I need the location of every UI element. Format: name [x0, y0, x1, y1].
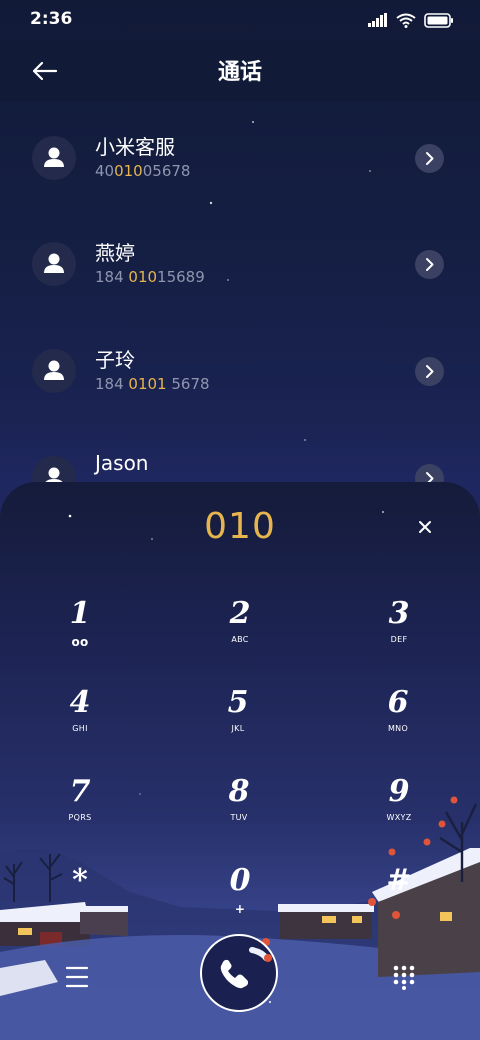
wifi-icon [396, 13, 416, 28]
close-icon [419, 521, 431, 533]
key-6[interactable]: 6 MNO [338, 685, 458, 759]
key-digit: 1 [69, 596, 91, 631]
key-letters: PQRS [68, 813, 92, 822]
key-4[interactable]: 4 GHI [20, 685, 140, 759]
key-digit: 9 [388, 774, 410, 809]
key-9[interactable]: 9 WXYZ [339, 774, 459, 848]
key-letters: ABC [231, 635, 249, 644]
person-icon [44, 253, 64, 273]
contact-number: 184 01015689 [95, 268, 205, 286]
key-digit: 6 [387, 685, 409, 720]
contact-item[interactable]: 小米客服 4001005678 [0, 135, 480, 226]
key-1[interactable]: 1 oo [20, 596, 140, 670]
key-7[interactable]: 7 PQRS [20, 774, 140, 848]
key-hash[interactable]: # [339, 863, 459, 937]
status-bar: 2:36 [0, 0, 480, 40]
clear-button[interactable] [414, 516, 436, 538]
chevron-right-icon [426, 365, 434, 378]
key-digit: 4 [69, 685, 91, 720]
menu-icon [65, 966, 89, 988]
key-letters: oo [71, 635, 89, 649]
key-digit: 7 [69, 774, 91, 809]
contact-detail-button[interactable] [415, 250, 444, 279]
chevron-right-icon [426, 152, 434, 165]
key-3[interactable]: 3 DEF [339, 596, 459, 670]
contact-detail-button[interactable] [415, 144, 444, 173]
phone-icon [220, 947, 272, 989]
key-8[interactable]: 8 TUV [179, 774, 299, 848]
system-icons [368, 10, 454, 30]
key-digit: # [386, 863, 412, 898]
app-header: 通话 [0, 40, 480, 102]
dialpad-icon [393, 965, 415, 990]
contact-name: 燕婷 [95, 241, 135, 265]
avatar [32, 349, 76, 393]
contact-name: 小米客服 [95, 135, 175, 159]
key-digit: * [72, 863, 88, 898]
contact-item[interactable]: 燕婷 184 01015689 [0, 241, 480, 332]
status-time: 2:36 [30, 9, 73, 29]
key-digit: 2 [229, 596, 251, 631]
chevron-right-icon [426, 258, 434, 271]
contact-number: 184 0101 5678 [95, 375, 210, 393]
avatar [32, 242, 76, 286]
page-title: 通话 [217, 60, 262, 85]
contact-detail-button[interactable] [415, 357, 444, 386]
key-letters: + [234, 902, 246, 916]
signal-icon [368, 13, 387, 27]
key-letters: DEF [390, 635, 408, 644]
key-letters: JKL [231, 724, 245, 733]
key-digit: 8 [228, 774, 250, 809]
person-icon [44, 147, 64, 167]
key-0[interactable]: 0 + [180, 863, 300, 937]
key-2[interactable]: 2 ABC [180, 596, 300, 670]
key-digit: 3 [388, 596, 410, 631]
dialpad-panel: 010 1 oo 2 ABC 3 DEF 4 GHI 5 JKL 6 MNO 7… [0, 482, 480, 1040]
key-digit: 5 [227, 685, 249, 720]
contact-number: 4001005678 [95, 162, 191, 180]
keypad-toggle-button[interactable] [392, 964, 416, 990]
avatar [32, 136, 76, 180]
dialed-number: 010 [204, 506, 276, 547]
battery-icon [424, 12, 453, 28]
key-digit: 0 [229, 863, 251, 898]
key-letters: TUV [230, 813, 248, 822]
key-5[interactable]: 5 JKL [178, 685, 298, 759]
key-star[interactable]: * [20, 863, 140, 937]
contact-name: 子玲 [95, 348, 135, 372]
contact-name: Jason [95, 451, 149, 475]
menu-button[interactable] [62, 962, 92, 992]
key-letters: GHI [72, 724, 88, 733]
key-letters: WXYZ [386, 813, 412, 822]
key-letters: MNO [387, 724, 409, 733]
person-icon [44, 360, 64, 380]
call-button[interactable] [200, 934, 278, 1012]
contact-item[interactable]: 子玲 184 0101 5678 [0, 348, 480, 439]
